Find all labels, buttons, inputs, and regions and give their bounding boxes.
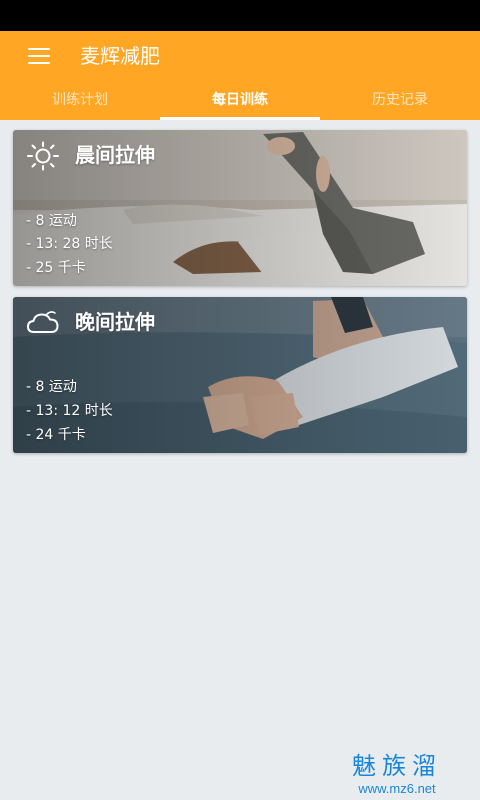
tab-training-plan[interactable]: 训练计划 [0, 81, 160, 120]
cloud-icon [27, 311, 59, 333]
sun-icon [27, 141, 59, 171]
menu-icon[interactable] [28, 48, 50, 64]
morning-stretch-card[interactable]: 晨间拉伸 - 8 运动 - 13: 28 时长 - 25 千卡 [13, 130, 467, 286]
evening-stretch-card[interactable]: 晚间拉伸 - 8 运动 - 13: 12 时长 - 24 千卡 [13, 297, 467, 453]
morning-stretch-title: 晨间拉伸 [75, 143, 155, 167]
morning-duration: - 13: 28 时长 [26, 236, 113, 252]
watermark: 魅族溜 www.mz6.net [332, 751, 462, 796]
evening-calories: - 24 千卡 [26, 427, 86, 443]
app-title: 麦辉减肥 [80, 44, 160, 68]
morning-exercise-count: - 8 运动 [26, 213, 77, 229]
tab-indicator [160, 117, 320, 120]
tab-daily-training[interactable]: 每日训练 [160, 81, 320, 120]
evening-duration: - 13: 12 时长 [26, 403, 113, 419]
evening-stretch-title: 晚间拉伸 [75, 310, 155, 334]
watermark-brand: 魅族溜 [352, 752, 442, 780]
morning-calories: - 25 千卡 [26, 260, 86, 276]
evening-exercise-count: - 8 运动 [26, 379, 77, 395]
tab-history[interactable]: 历史记录 [320, 81, 480, 120]
status-bar [0, 0, 480, 31]
app-bar: 麦辉减肥 [0, 31, 480, 81]
tab-bar: 训练计划 每日训练 历史记录 [0, 81, 480, 120]
watermark-url: www.mz6.net [358, 781, 436, 796]
